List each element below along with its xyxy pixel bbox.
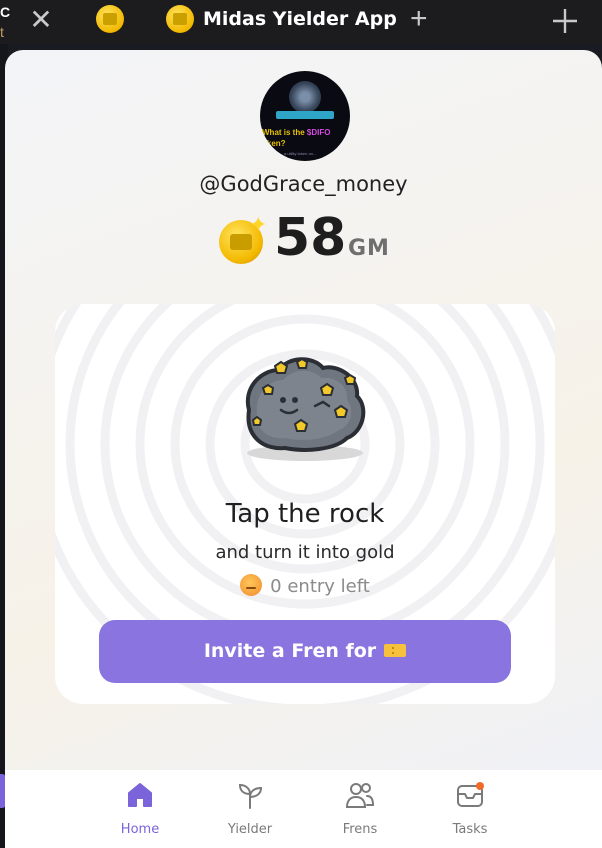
avatar-platform [276,111,334,119]
sparkle-icon: ✦ [249,212,268,237]
main-panel: What is the $DIFO oken? a utility token … [5,50,602,848]
card-subtitle: and turn it into gold [215,542,395,563]
sad-face-icon [240,574,263,596]
new-tab-plus-icon[interactable]: + [410,4,428,34]
avatar[interactable]: What is the $DIFO oken? a utility token … [260,71,350,161]
entries-left-text: 0 entry left [270,576,370,597]
tap-card: Tap the rock and turn it into gold 0 ent… [55,304,555,704]
avatar-caption-line2: oken? [262,139,286,148]
nav-item-yielder[interactable]: Yielder [215,780,285,837]
sprout-icon [238,783,263,809]
window-title[interactable]: Midas Yielder App [203,8,397,30]
username: @GodGrace_money [199,172,408,196]
avatar-caption-small: a utility token on... [284,151,317,156]
balance-value: 58 [274,208,347,268]
balance-unit: GM [348,236,390,261]
card-title: Tap the rock [225,499,385,529]
entries-left: 0 entry left [55,574,555,597]
invite-fren-button[interactable]: Invite a Fren for [99,620,511,683]
notification-badge [476,782,484,790]
nav-label-tasks: Tasks [452,822,488,837]
home-icon [128,783,152,807]
ticket-icon [384,644,407,657]
avatar-disc [289,81,321,113]
users-icon [345,783,375,808]
nav-label-frens: Frens [342,822,378,837]
edge-text-top: C [0,4,11,20]
nav-item-tasks[interactable]: Tasks [435,780,505,837]
gm-coin-icon: ✦ [219,212,267,264]
bottom-nav: Home Yielder Frens Tasks [5,770,602,848]
nav-label-home: Home [120,822,160,837]
title-bar: C t ✕ Midas Yielder App + [0,0,602,44]
app-coin-icon[interactable] [96,5,124,33]
invite-fren-label: Invite a Fren for [203,640,377,662]
avatar-caption-line1: What is the $DIFO [262,128,331,137]
rock-icon[interactable] [235,348,375,468]
expand-icon[interactable] [551,7,579,35]
nav-label-yielder: Yielder [227,822,273,837]
edge-text-bottom: t [0,24,4,40]
nav-item-home[interactable]: Home [105,780,175,837]
close-icon[interactable]: ✕ [28,6,54,34]
active-tab-coin-icon [166,5,194,33]
nav-item-frens[interactable]: Frens [325,780,395,837]
